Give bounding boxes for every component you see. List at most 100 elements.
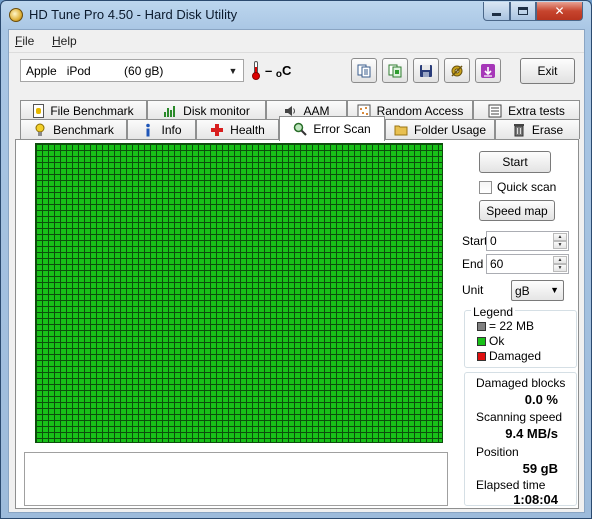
tab-label: Error Scan xyxy=(313,122,371,136)
spin-up-icon[interactable]: ▲ xyxy=(553,233,567,241)
copy-screenshot-icon xyxy=(388,64,402,77)
tab-label: Health xyxy=(230,122,265,137)
chevron-down-icon: ▼ xyxy=(550,285,559,295)
menu-help[interactable]: Help xyxy=(52,34,77,48)
info-icon xyxy=(146,123,151,136)
tab-health[interactable]: Health xyxy=(196,119,279,139)
tab-info[interactable]: Info xyxy=(127,119,196,139)
legend-block-size: = 22 MB xyxy=(489,319,535,333)
damaged-blocks-label: Damaged blocks xyxy=(476,376,566,390)
position-value: 59 gB xyxy=(522,461,558,476)
client-area: File Help Apple iPod (60 gB) ▼ – oC Exit… xyxy=(8,29,585,513)
scan-block-map xyxy=(35,143,443,443)
menu-help-label: elp xyxy=(60,34,77,48)
tab-label: Info xyxy=(161,122,182,137)
position-label: Position xyxy=(476,445,519,459)
save-icon xyxy=(420,64,432,77)
tab-disk-monitor[interactable]: Disk monitor xyxy=(147,100,266,120)
menu-file[interactable]: File xyxy=(15,34,34,48)
save-button[interactable] xyxy=(413,58,439,83)
minimize-button[interactable] xyxy=(483,2,510,21)
window-title: HD Tune Pro 4.50 - Hard Disk Utility xyxy=(29,7,238,22)
tab-label: Benchmark xyxy=(53,122,114,137)
legend-damaged: Damaged xyxy=(489,349,542,363)
spin-down-icon[interactable]: ▼ xyxy=(553,264,567,272)
tab-label: File Benchmark xyxy=(50,103,134,118)
unit-label: Unit xyxy=(462,283,484,297)
tab-error-scan[interactable]: Error Scan xyxy=(279,116,385,141)
error-scan-panel: Start Quick scan Speed map Start 0 ▲ ▼ En… xyxy=(15,139,579,509)
file-benchmark-icon xyxy=(33,103,45,118)
drive-select[interactable]: Apple iPod (60 gB) ▼ xyxy=(20,59,244,82)
legend-ok: Ok xyxy=(489,334,505,348)
download-icon xyxy=(481,63,495,78)
copy-info-button[interactable] xyxy=(351,58,377,83)
copy-info-icon xyxy=(357,64,371,77)
end-field[interactable]: 60 ▲ ▼ xyxy=(486,254,569,274)
legend-swatch-block-size xyxy=(477,322,486,331)
spin-down-icon[interactable]: ▼ xyxy=(553,241,567,249)
thermometer-icon xyxy=(252,61,260,80)
benchmark-icon xyxy=(35,123,45,136)
tab-erase[interactable]: Erase xyxy=(495,119,580,139)
unit-select-value: gB xyxy=(515,283,530,298)
damaged-blocks-value: 0.0 % xyxy=(524,392,558,407)
start-field-label: Start xyxy=(462,234,488,248)
quick-scan-checkbox[interactable] xyxy=(479,181,492,194)
chevron-down-icon: ▼ xyxy=(228,66,238,76)
exit-button[interactable]: Exit xyxy=(520,58,575,84)
unit-select[interactable]: gB ▼ xyxy=(511,280,564,301)
menu-file-label: ile xyxy=(22,34,35,48)
tab-folder-usage[interactable]: Folder Usage xyxy=(385,119,495,139)
menu-separator xyxy=(9,52,584,53)
drive-select-value: Apple iPod (60 gB) xyxy=(26,63,164,78)
maximize-icon xyxy=(518,7,528,15)
start-field[interactable]: 0 ▲ ▼ xyxy=(486,231,569,251)
close-button[interactable]: ✕ xyxy=(536,2,583,21)
scan-log xyxy=(24,452,448,506)
tab-label: Random Access xyxy=(376,103,464,118)
legend-swatch-damaged xyxy=(477,352,486,361)
magnifier-icon xyxy=(294,122,308,136)
temperature-readout: – oC xyxy=(265,63,292,80)
spin-arrows[interactable]: ▲ ▼ xyxy=(553,256,567,272)
speed-map-button[interactable]: Speed map xyxy=(479,200,555,221)
app-window: HD Tune Pro 4.50 - Hard Disk Utility ✕ F… xyxy=(0,0,592,519)
maximize-button[interactable] xyxy=(510,2,536,21)
start-field-value: 0 xyxy=(490,234,497,248)
tab-label: Folder Usage xyxy=(413,122,487,137)
scanning-speed-label: Scanning speed xyxy=(476,410,563,424)
title-bar[interactable]: HD Tune Pro 4.50 - Hard Disk Utility ✕ xyxy=(1,1,591,29)
end-field-label: End xyxy=(462,257,484,271)
minimize-icon xyxy=(492,12,501,16)
tab-label: Erase xyxy=(531,122,564,137)
legend-swatch-ok xyxy=(477,337,486,346)
folder-icon xyxy=(394,125,408,135)
start-scan-button[interactable]: Start xyxy=(479,151,551,173)
spin-arrows[interactable]: ▲ ▼ xyxy=(553,233,567,249)
scanning-speed-value: 9.4 MB/s xyxy=(505,426,558,441)
download-button[interactable] xyxy=(475,58,501,83)
trash-icon xyxy=(513,123,524,136)
copy-screenshot-button[interactable] xyxy=(382,58,408,83)
extra-tests-icon xyxy=(488,104,502,117)
tab-file-benchmark[interactable]: File Benchmark xyxy=(20,100,147,120)
tab-label: Extra tests xyxy=(508,103,565,118)
tab-label: Disk monitor xyxy=(183,103,250,118)
menu-help-mnemonic: H xyxy=(52,34,61,48)
options-icon xyxy=(451,64,463,77)
menu-bar: File Help xyxy=(9,30,584,52)
options-button[interactable] xyxy=(444,58,470,83)
elapsed-time-value: 1:08:04 xyxy=(513,492,558,507)
end-field-value: 60 xyxy=(490,257,504,271)
app-icon xyxy=(9,8,23,22)
legend-title: Legend xyxy=(471,305,516,319)
health-cross-icon xyxy=(211,123,224,136)
spin-up-icon[interactable]: ▲ xyxy=(553,256,567,264)
tab-benchmark[interactable]: Benchmark xyxy=(20,119,127,139)
tab-extra-tests[interactable]: Extra tests xyxy=(473,100,580,120)
close-icon: ✕ xyxy=(554,4,565,18)
elapsed-time-label: Elapsed time xyxy=(476,478,546,492)
disk-monitor-icon xyxy=(164,105,176,117)
quick-scan-label: Quick scan xyxy=(497,180,557,194)
